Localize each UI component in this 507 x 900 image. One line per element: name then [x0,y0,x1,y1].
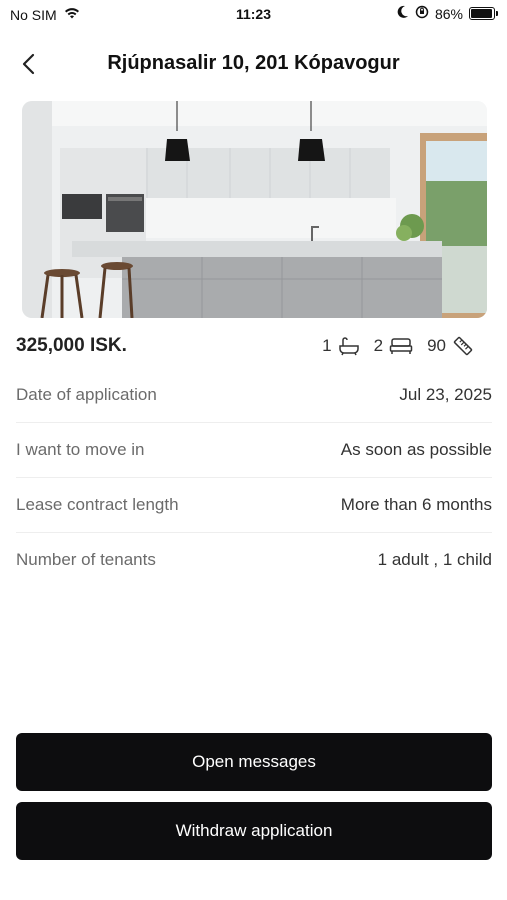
features: 1 2 90 [308,335,474,357]
detail-label: Number of tenants [16,550,156,569]
ruler-icon [453,336,473,356]
status-right: 86% [397,5,498,22]
battery-percent: 86% [434,5,463,22]
detail-value: 1 adult , 1 child [377,550,492,569]
detail-label: Lease contract length [16,495,179,514]
detail-label: Date of application [16,385,157,404]
status-bar: No SIM 11:23 86% [0,0,507,28]
price-row: 325,000 ISK. 1 2 90 [16,335,492,359]
bathrooms-count: 1 [322,336,332,355]
withdraw-application-button[interactable]: Withdraw application [16,802,492,860]
detail-value: As soon as possible [340,440,492,459]
detail-row-lease-length: Lease contract length More than 6 months [16,478,492,533]
size-value: 90 [427,336,446,355]
battery-icon [469,7,498,20]
bedrooms-count: 2 [373,336,384,355]
detail-value: More than 6 months [340,495,492,514]
page-title: Rjúpnasalir 10, 201 Kópavogur [107,52,400,74]
bathrooms-feature: 1 [322,336,359,356]
size-feature: 90 [427,335,474,357]
moon-icon [397,5,409,22]
detail-row-tenants: Number of tenants 1 adult , 1 child [16,533,492,587]
property-photo[interactable] [22,101,487,318]
detail-row-date: Date of application Jul 23, 2025 [16,368,492,423]
header: Rjúpnasalir 10, 201 Kópavogur [0,45,507,81]
back-button[interactable] [14,49,44,79]
detail-label: I want to move in [16,440,145,459]
detail-row-move-in: I want to move in As soon as possible [16,423,492,478]
bedrooms-feature: 2 [374,336,413,356]
detail-value: Jul 23, 2025 [399,385,492,404]
application-details: Date of application Jul 23, 2025 I want … [16,368,492,587]
open-messages-button[interactable]: Open messages [16,733,492,791]
orientation-lock-icon [415,5,429,22]
bed-icon [389,338,413,354]
price: 325,000 ISK. [16,335,127,356]
kitchen-image [22,101,487,318]
chevron-left-icon [22,53,35,75]
bathtub-icon [338,337,359,356]
